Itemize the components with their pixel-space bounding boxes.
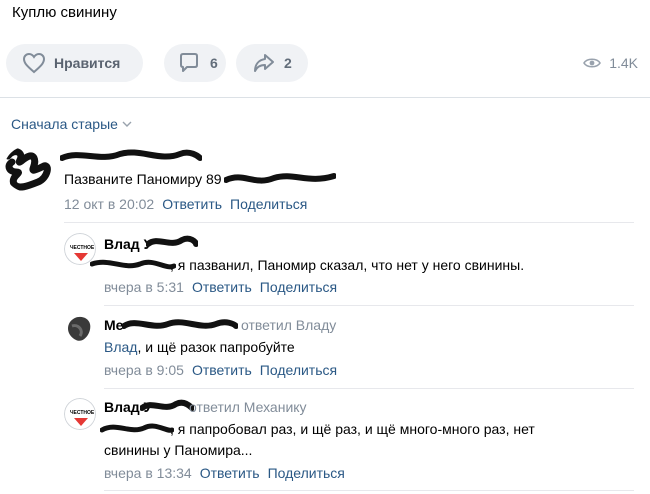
comment-separator <box>104 305 634 306</box>
reply-to-label[interactable]: ответил Механику <box>189 399 307 415</box>
reply-to-label[interactable]: ответил Владу <box>241 317 336 333</box>
scribble-redaction <box>100 423 174 433</box>
comment-text: Пазваните Паномиру 89 <box>64 171 222 187</box>
reply-link[interactable]: Ответить <box>200 465 260 481</box>
views-count: 1.4K <box>609 55 638 71</box>
scribble-redaction <box>140 399 194 411</box>
comment-text-line: свинины у Паномира... <box>104 442 253 458</box>
scribble-redaction <box>90 259 176 270</box>
comment-icon <box>180 53 198 72</box>
badge-text: ЧЕСТНОЕ <box>70 245 95 251</box>
comments-count: 6 <box>210 55 218 71</box>
post-text: Куплю свинину <box>12 4 117 21</box>
share-link[interactable]: Поделиться <box>268 465 345 481</box>
badge-shape <box>74 253 88 261</box>
post-actions-bar: Нравится 6 2 1.4K <box>6 44 646 82</box>
sort-label: Сначала старые <box>11 116 118 132</box>
scribble-redaction <box>146 235 198 247</box>
comment-separator <box>104 388 634 389</box>
like-button[interactable]: Нравится <box>6 44 143 82</box>
share-link[interactable]: Поделиться <box>230 196 307 212</box>
comment-text: Влад, и щё разок папробуйте <box>104 339 295 355</box>
comment-date[interactable]: 12 окт в 20:02 <box>64 196 154 212</box>
comment-meta: вчера в 5:31 Ответить Поделиться <box>104 279 337 295</box>
comment-date[interactable]: вчера в 5:31 <box>104 279 184 295</box>
divider <box>0 97 650 98</box>
avatar[interactable] <box>62 310 100 348</box>
comment-author[interactable]: Ме <box>104 317 123 333</box>
avatar[interactable]: ЧЕСТНОЕ <box>64 398 96 430</box>
sort-dropdown[interactable]: Сначала старые <box>11 116 132 132</box>
reply-link[interactable]: Ответить <box>192 362 252 378</box>
avatar-image <box>63 311 99 347</box>
comment-date[interactable]: вчера в 9:05 <box>104 362 184 378</box>
scribble-redaction <box>224 173 336 184</box>
shares-count: 2 <box>284 55 292 71</box>
reply-link[interactable]: Ответить <box>162 196 222 212</box>
comment-separator <box>104 490 634 491</box>
comment-meta: вчера в 13:34 Ответить Поделиться <box>104 465 345 481</box>
avatar[interactable] <box>4 146 52 192</box>
comment-separator <box>64 222 634 223</box>
comments-button[interactable]: 6 <box>164 44 226 82</box>
chevron-down-icon <box>122 121 132 127</box>
eye-icon <box>583 58 602 68</box>
views-counter: 1.4K <box>583 44 638 82</box>
comment-text: , я пазванил, Паномир сказал, что нет у … <box>170 257 525 273</box>
share-icon <box>254 54 274 72</box>
comment-text-line: , я папробовал раз, и щё раз, и щё много… <box>170 421 535 437</box>
heart-icon <box>22 52 46 74</box>
share-link[interactable]: Поделиться <box>260 279 337 295</box>
mention-link[interactable]: Влад <box>104 339 137 355</box>
like-label: Нравится <box>54 55 121 71</box>
scribble-redaction <box>60 149 202 161</box>
reply-link[interactable]: Ответить <box>192 279 252 295</box>
scribble-redaction <box>4 148 51 191</box>
scribble-redaction <box>122 319 238 329</box>
comment-meta: 12 окт в 20:02 Ответить Поделиться <box>64 196 307 212</box>
comment-meta: вчера в 9:05 Ответить Поделиться <box>104 362 337 378</box>
badge-text: ЧЕСТНОЕ <box>70 410 95 416</box>
comment-date[interactable]: вчера в 13:34 <box>104 465 192 481</box>
badge-shape <box>74 418 88 426</box>
share-button[interactable]: 2 <box>236 44 308 82</box>
share-link[interactable]: Поделиться <box>260 362 337 378</box>
